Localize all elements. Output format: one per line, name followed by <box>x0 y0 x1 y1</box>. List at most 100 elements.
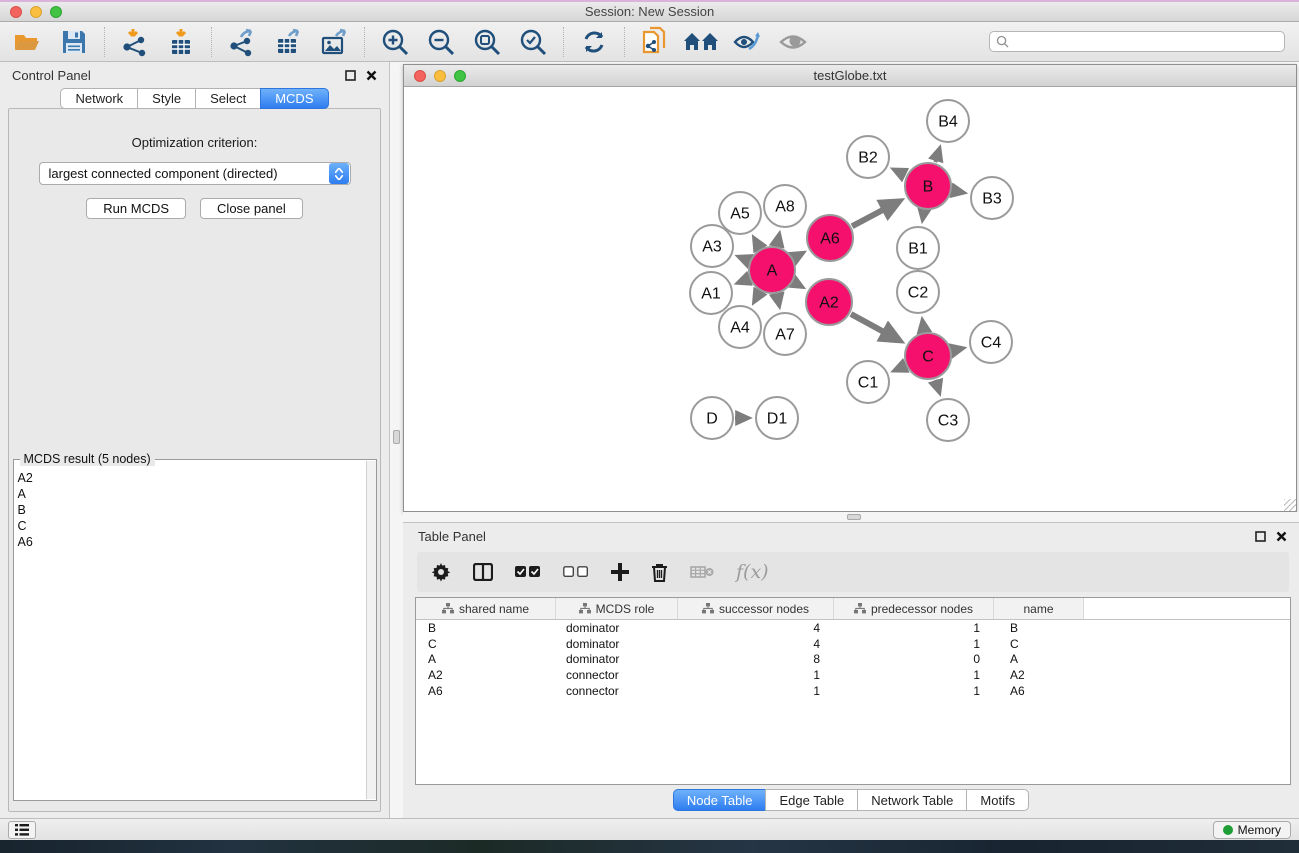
show-graphics-details-button[interactable] <box>727 25 767 59</box>
node-C1[interactable]: C1 <box>847 361 889 403</box>
node-A3[interactable]: A3 <box>691 225 733 267</box>
cell-MCDS-role[interactable]: dominator <box>556 621 678 635</box>
cell-shared-name[interactable]: A6 <box>416 684 556 698</box>
edge-C-C1[interactable] <box>895 366 905 371</box>
table-row[interactable]: A2connector11A2 <box>416 667 1290 683</box>
delete-column-icon[interactable] <box>651 563 668 582</box>
edge-B-B3[interactable] <box>953 191 964 193</box>
network-graph-canvas[interactable]: B4B2BB3A8A5A6A3B1AC2A1A2A4A7C4CC1DD1C3 <box>404 87 1296 511</box>
cell-MCDS-role[interactable]: connector <box>556 684 678 698</box>
cell-shared-name[interactable]: C <box>416 637 556 651</box>
cell-name[interactable]: A6 <box>994 684 1084 698</box>
node-D[interactable]: D <box>691 397 733 439</box>
column-settings-icon[interactable] <box>431 562 451 582</box>
memory-button[interactable]: Memory <box>1213 821 1291 839</box>
node-B1[interactable]: B1 <box>897 227 939 269</box>
unselect-all-columns-icon[interactable] <box>563 566 589 578</box>
task-history-button[interactable] <box>8 821 36 839</box>
tab-network[interactable]: Network <box>60 88 137 109</box>
cell-successor-nodes[interactable]: 4 <box>678 621 834 635</box>
tab-mcds[interactable]: MCDS <box>260 88 328 109</box>
node-A1[interactable]: A1 <box>690 272 732 314</box>
mcds-result-item[interactable]: A2 <box>18 470 376 486</box>
table-row[interactable]: A6connector11A6 <box>416 683 1290 699</box>
edge-A-A8[interactable] <box>777 234 779 245</box>
node-A8[interactable]: A8 <box>764 185 806 227</box>
cell-predecessor-nodes[interactable]: 1 <box>834 621 994 635</box>
split-columns-icon[interactable] <box>473 563 493 581</box>
edge-B-B2[interactable] <box>894 170 905 176</box>
cell-successor-nodes[interactable]: 1 <box>678 668 834 682</box>
table-row[interactable]: Cdominator41C <box>416 636 1290 652</box>
edge-C-C4[interactable] <box>952 348 962 350</box>
network-window-titlebar[interactable]: testGlobe.txt <box>404 65 1296 87</box>
cell-shared-name[interactable]: A <box>416 652 556 666</box>
tab-network-table[interactable]: Network Table <box>857 789 966 811</box>
horizontal-splitter[interactable] <box>403 512 1299 522</box>
node-A7[interactable]: A7 <box>764 313 806 355</box>
export-image-button[interactable] <box>314 25 354 59</box>
edge-A-A6[interactable] <box>794 253 803 258</box>
node-A2[interactable]: A2 <box>806 279 852 325</box>
node-B[interactable]: B <box>905 163 951 209</box>
close-panel-icon[interactable] <box>366 70 377 81</box>
cell-predecessor-nodes[interactable]: 1 <box>834 637 994 651</box>
column-header-successor-nodes[interactable]: successor nodes <box>678 598 834 619</box>
splitter-handle[interactable] <box>393 430 400 444</box>
cell-name[interactable]: C <box>994 637 1084 651</box>
zoom-out-button[interactable] <box>421 25 461 59</box>
node-C4[interactable]: C4 <box>970 321 1012 363</box>
close-panel-icon[interactable] <box>1276 531 1287 542</box>
node-B4[interactable]: B4 <box>927 100 969 142</box>
column-header-name[interactable]: name <box>994 598 1084 619</box>
table-row[interactable]: Adominator80A <box>416 652 1290 668</box>
column-header-shared-name[interactable]: shared name <box>416 598 556 619</box>
first-neighbors-button[interactable] <box>681 25 721 59</box>
clone-network-button[interactable] <box>635 25 675 59</box>
tab-edge-table[interactable]: Edge Table <box>765 789 857 811</box>
save-session-button[interactable] <box>54 25 94 59</box>
mcds-result-item[interactable]: A <box>18 486 376 502</box>
select-all-columns-icon[interactable] <box>515 566 541 578</box>
mcds-result-item[interactable]: C <box>18 518 376 534</box>
toolbar-search[interactable] <box>989 31 1285 52</box>
window-resize-handle[interactable] <box>1284 499 1296 511</box>
node-A[interactable]: A <box>749 247 795 293</box>
criterion-dropdown[interactable]: largest connected component (directed) <box>39 162 351 185</box>
run-mcds-button[interactable]: Run MCDS <box>86 198 186 219</box>
node-C2[interactable]: C2 <box>897 271 939 313</box>
cell-successor-nodes[interactable]: 4 <box>678 637 834 651</box>
zoom-in-button[interactable] <box>375 25 415 59</box>
edge-A-A5[interactable] <box>754 238 760 248</box>
node-D1[interactable]: D1 <box>756 397 798 439</box>
edge-A-A3[interactable] <box>739 257 749 261</box>
cell-successor-nodes[interactable]: 8 <box>678 652 834 666</box>
node-A5[interactable]: A5 <box>719 192 761 234</box>
cell-MCDS-role[interactable]: connector <box>556 668 678 682</box>
edge-B-B4[interactable] <box>935 149 939 162</box>
edge-A-A2[interactable] <box>794 282 802 287</box>
cell-predecessor-nodes[interactable]: 1 <box>834 684 994 698</box>
cell-predecessor-nodes[interactable]: 1 <box>834 668 994 682</box>
tab-node-table[interactable]: Node Table <box>673 789 766 811</box>
mcds-result-item[interactable]: A6 <box>18 534 376 550</box>
column-header-predecessor-nodes[interactable]: predecessor nodes <box>834 598 994 619</box>
tab-motifs[interactable]: Motifs <box>966 789 1029 811</box>
float-panel-icon[interactable] <box>1255 531 1266 542</box>
column-header-MCDS-role[interactable]: MCDS role <box>556 598 678 619</box>
cell-predecessor-nodes[interactable]: 0 <box>834 652 994 666</box>
import-table-button[interactable] <box>161 25 201 59</box>
cell-MCDS-role[interactable]: dominator <box>556 652 678 666</box>
result-scrollbar[interactable] <box>366 461 376 799</box>
node-A4[interactable]: A4 <box>719 306 761 348</box>
vertical-splitter[interactable] <box>390 62 403 818</box>
cell-name[interactable]: A <box>994 652 1084 666</box>
node-C[interactable]: C <box>905 333 951 379</box>
cell-shared-name[interactable]: A2 <box>416 668 556 682</box>
refresh-button[interactable] <box>574 25 614 59</box>
cell-successor-nodes[interactable]: 1 <box>678 684 834 698</box>
tab-style[interactable]: Style <box>137 88 195 109</box>
table-row[interactable]: Bdominator41B <box>416 620 1290 636</box>
import-network-button[interactable] <box>115 25 155 59</box>
edge-A-A7[interactable] <box>777 294 779 305</box>
